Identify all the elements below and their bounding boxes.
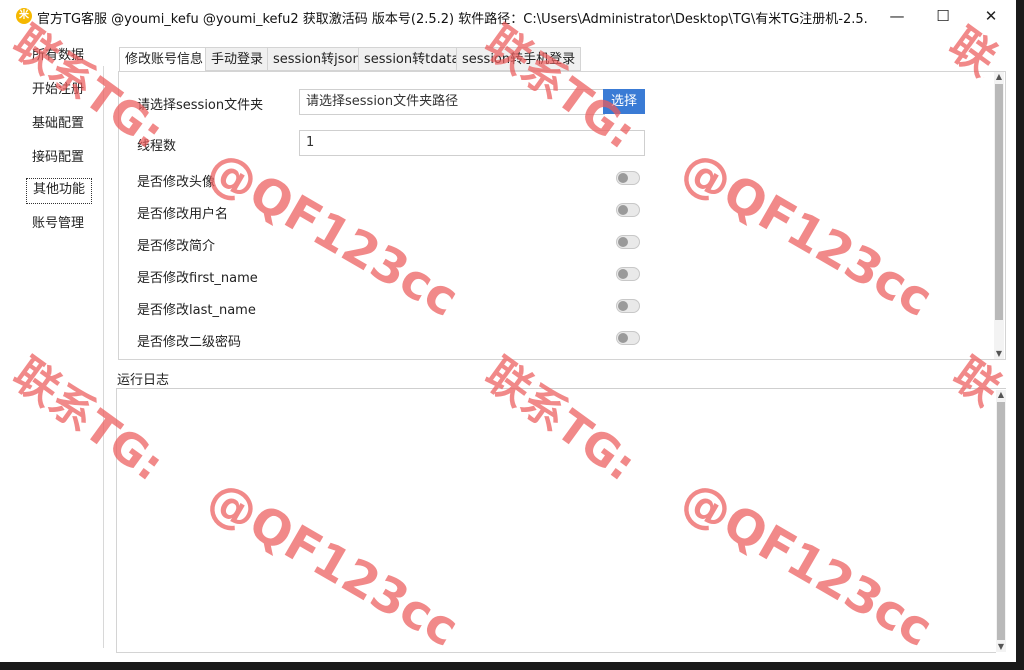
toggle-username[interactable] [616,203,640,217]
app-logo-icon: 米 [16,8,32,24]
tab-session-to-json[interactable]: session转json [267,47,367,71]
toggle-last-name[interactable] [616,299,640,313]
sidebar-item-other-functions[interactable]: 其他功能 [26,178,93,204]
scroll-down-arrow-icon[interactable]: ▼ [994,349,1004,359]
log-scrollbar[interactable]: ▲ ▼ [996,390,1006,652]
tab-manual-login[interactable]: 手动登录 [205,47,270,71]
scroll-up-arrow-icon[interactable]: ▲ [994,72,1004,82]
toggle-label-first-name: 是否修改first_name [137,271,258,286]
sidebar-divider [103,66,104,648]
toggle-knob [618,237,628,247]
tab-session-to-phone-login[interactable]: session转手机登录 [456,47,582,71]
sidebar-item-basic-config[interactable]: 基础配置 [26,112,90,136]
sidebar-item-start-register[interactable]: 开始注册 [26,78,90,102]
toggle-knob [618,173,628,183]
toggle-label-bio: 是否修改简介 [137,239,216,254]
toggle-knob [618,301,628,311]
settings-scrollbar[interactable]: ▲ ▼ [994,72,1004,359]
toggle-label-avatar: 是否修改头像 [137,175,216,190]
toggle-knob [618,333,628,343]
toggle-first-name[interactable] [616,267,640,281]
folder-path-input[interactable]: 请选择session文件夹路径 [299,89,605,115]
close-button[interactable]: ✕ [968,0,1014,33]
sidebar-item-sms-config[interactable]: 接码配置 [26,146,90,170]
folder-label: 请选择session文件夹 [137,98,264,113]
toggle-knob [618,205,628,215]
app-window: 米 官方TG客服 @youmi_kefu @youmi_kefu2 获取激活码 … [0,0,1016,662]
toggle-avatar[interactable] [616,171,640,185]
log-scroll-thumb[interactable] [997,402,1005,640]
toggle-2fa-password[interactable] [616,331,640,345]
tab-session-to-tdata[interactable]: session转tdata [358,47,466,71]
select-folder-button[interactable]: 选择 [603,89,645,114]
settings-scroll-thumb[interactable] [995,84,1003,320]
toggle-knob [618,269,628,279]
threads-label: 线程数 [137,139,177,154]
minimize-button[interactable]: — [874,0,920,33]
tab-modify-account-info[interactable]: 修改账号信息 [119,47,210,72]
scroll-down-arrow-icon[interactable]: ▼ [996,642,1006,652]
log-output-area[interactable] [116,389,996,653]
toggle-label-2fa-password: 是否修改二级密码 [137,335,242,350]
log-label: 运行日志 [117,373,170,388]
sidebar-item-account-management[interactable]: 账号管理 [26,212,90,236]
window-title: 官方TG客服 @youmi_kefu @youmi_kefu2 获取激活码 版本… [37,12,867,27]
threads-input[interactable]: 1 [299,130,645,156]
scroll-up-arrow-icon[interactable]: ▲ [996,390,1006,400]
toggle-label-username: 是否修改用户名 [137,207,229,222]
maximize-button[interactable]: ☐ [920,0,966,33]
toggle-bio[interactable] [616,235,640,249]
sidebar-item-all-data[interactable]: 所有数据 [26,44,90,68]
toggle-label-last-name: 是否修改last_name [137,303,256,318]
title-bar[interactable]: 米 官方TG客服 @youmi_kefu @youmi_kefu2 获取激活码 … [0,0,1016,33]
